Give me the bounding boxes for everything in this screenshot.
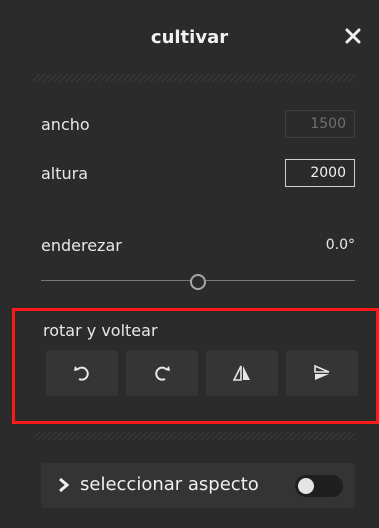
straighten-value: 0.0° xyxy=(325,237,355,253)
width-label: ancho xyxy=(41,115,90,134)
select-aspect-row[interactable]: seleccionar aspecto xyxy=(41,463,355,508)
chevron-right-icon xyxy=(59,478,70,492)
height-input[interactable] xyxy=(285,159,355,187)
rotate-right-icon xyxy=(155,366,170,381)
crop-panel: cultivar ancho altura enderezar 0.0° rot… xyxy=(0,0,379,528)
select-aspect-label: seleccionar aspecto xyxy=(80,474,259,495)
close-icon xyxy=(345,28,361,44)
height-label: altura xyxy=(41,164,89,183)
rotate-left-icon xyxy=(74,366,89,381)
panel-header: cultivar xyxy=(0,0,379,78)
flip-horizontal-icon xyxy=(232,365,250,381)
flip-vertical-icon xyxy=(314,364,330,380)
rotate-flip-buttons xyxy=(46,350,358,396)
straighten-slider[interactable] xyxy=(41,273,355,290)
flip-vertical-button[interactable] xyxy=(286,350,358,396)
divider xyxy=(33,74,355,82)
width-row: ancho xyxy=(41,110,355,140)
width-input[interactable] xyxy=(285,110,355,138)
rotate-right-button[interactable] xyxy=(126,350,198,396)
close-button[interactable] xyxy=(341,24,365,48)
panel-title: cultivar xyxy=(150,27,229,48)
slider-thumb[interactable] xyxy=(190,274,206,290)
height-row: altura xyxy=(41,159,355,189)
rotate-flip-section: rotar y voltear xyxy=(12,308,379,424)
toggle-knob xyxy=(298,478,314,494)
straighten-row: enderezar 0.0° xyxy=(41,231,355,261)
aspect-toggle[interactable] xyxy=(295,475,343,497)
rotate-left-button[interactable] xyxy=(46,350,118,396)
straighten-label: enderezar xyxy=(41,236,122,255)
divider xyxy=(33,432,355,440)
flip-horizontal-button[interactable] xyxy=(206,350,278,396)
rotate-flip-label: rotar y voltear xyxy=(43,321,158,340)
